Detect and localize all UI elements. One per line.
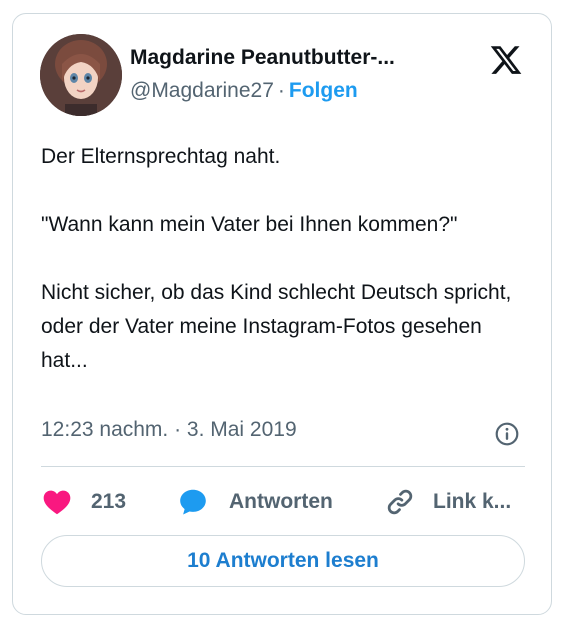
divider <box>41 466 525 467</box>
like-count: 213 <box>91 490 127 513</box>
author-handle-row: @Magdarine27 · Folgen <box>130 79 358 103</box>
tweet-card: Magdarine Peanutbutter-... @Magdarine27 ·… <box>12 13 552 615</box>
heart-icon <box>41 486 73 518</box>
author-handle[interactable]: @Magdarine27 <box>130 79 274 102</box>
speech-bubble-icon <box>177 486 209 518</box>
x-logo-icon[interactable] <box>489 43 523 77</box>
separator-dot: · <box>277 79 285 102</box>
read-replies-button[interactable]: 10 Antworten lesen <box>41 535 525 587</box>
copy-link-button[interactable]: Link k... <box>385 484 511 520</box>
info-icon[interactable] <box>494 421 520 447</box>
link-icon <box>385 487 415 517</box>
reply-label: Antworten <box>229 490 333 513</box>
author-display-name[interactable]: Magdarine Peanutbutter-... <box>130 46 395 70</box>
copy-link-label: Link k... <box>433 490 512 513</box>
follow-button[interactable]: Folgen <box>289 79 358 102</box>
like-button[interactable]: 213 <box>41 484 126 520</box>
avatar[interactable] <box>40 34 122 116</box>
tweet-timestamp[interactable]: 12:23 nachm. · 3. Mai 2019 <box>41 418 297 442</box>
reply-button[interactable]: Antworten <box>177 484 333 520</box>
tweet-text: Der Elternsprechtag naht. "Wann kann mei… <box>41 145 512 372</box>
